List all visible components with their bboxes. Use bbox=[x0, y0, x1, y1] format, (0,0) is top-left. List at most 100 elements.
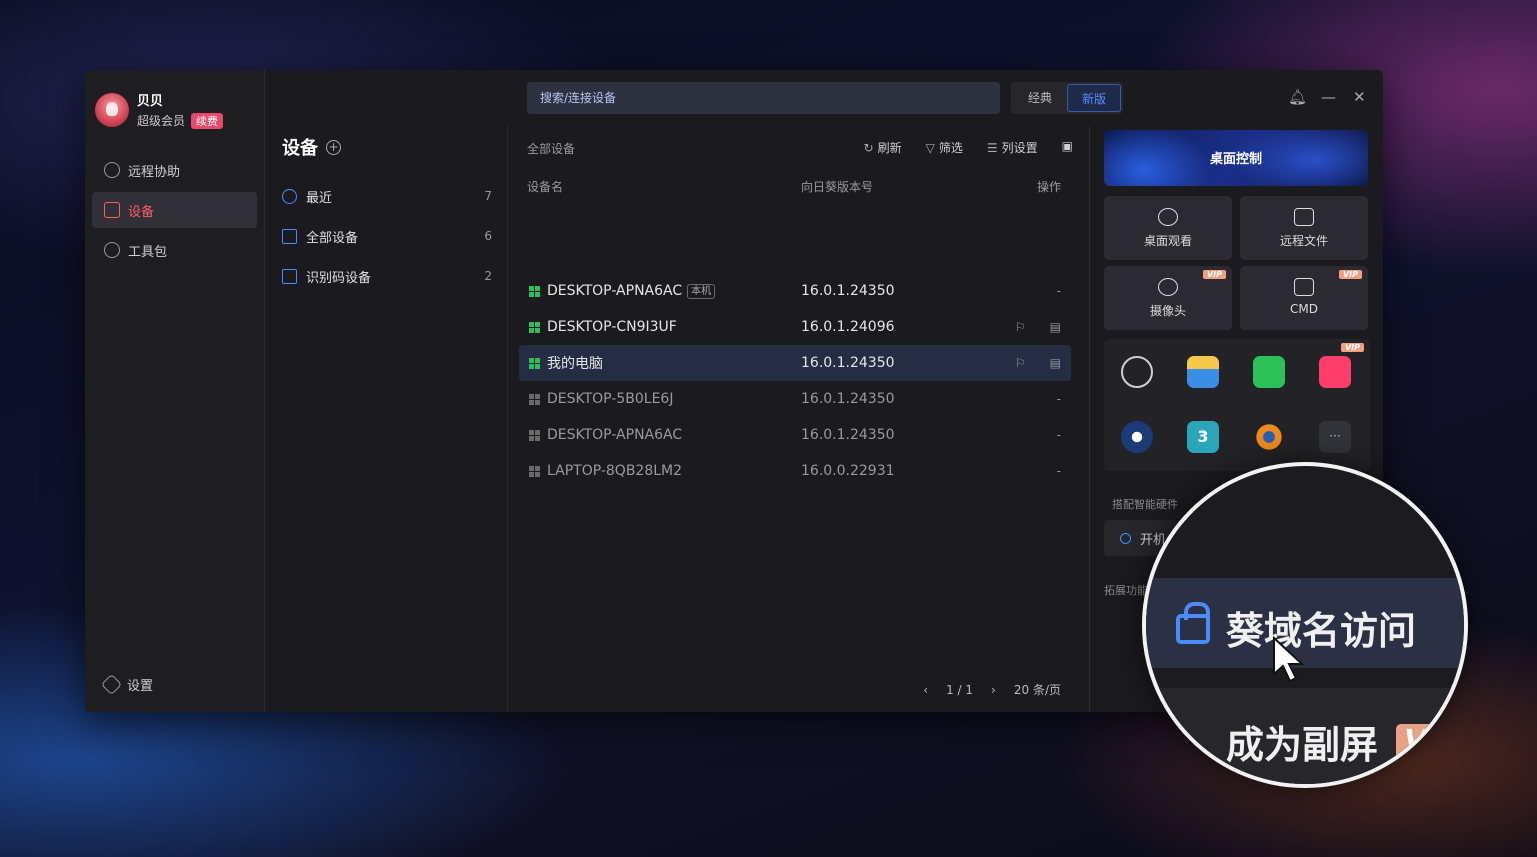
folder-transfer-icon bbox=[1294, 208, 1314, 226]
device-action: - bbox=[1056, 464, 1061, 478]
remote-file-icon[interactable]: ▤ bbox=[1050, 356, 1061, 370]
next-page-button[interactable]: › bbox=[991, 683, 996, 697]
remote-file-button[interactable]: 远程文件 bbox=[1240, 196, 1368, 260]
mode-new-button[interactable]: 新版 bbox=[1067, 84, 1121, 112]
column-header-version[interactable]: 向日葵版本号 bbox=[801, 178, 873, 195]
settings-button[interactable]: 设置 bbox=[100, 673, 153, 696]
3dsmax-icon[interactable]: 3 bbox=[1187, 421, 1219, 453]
remote-file-icon[interactable]: ▤ bbox=[1050, 320, 1061, 334]
renew-button[interactable]: 续费 bbox=[191, 112, 224, 129]
prev-page-button[interactable]: ‹ bbox=[923, 683, 928, 697]
list-toolbar: ↻ 刷新 ▽ 筛选 ☰ 列设置 ▣ bbox=[864, 139, 1073, 156]
group-count: 6 bbox=[484, 229, 492, 243]
camera-button[interactable]: VIP 摄像头 bbox=[1104, 266, 1232, 330]
tile-label: 摄像头 bbox=[1149, 304, 1186, 318]
bell-icon[interactable]: 🔔︎ bbox=[1288, 88, 1307, 106]
membership-label: 超级会员 bbox=[137, 114, 186, 128]
group-item-all-devices[interactable]: 全部设备 6 bbox=[282, 226, 492, 246]
blender-icon[interactable] bbox=[1253, 421, 1285, 453]
kuaishou-icon[interactable] bbox=[1319, 356, 1351, 388]
mode-toggle: 经典 新版 bbox=[1011, 82, 1123, 114]
device-name: DESKTOP-APNA6AC bbox=[547, 283, 683, 299]
desktop-view-button[interactable]: 桌面观看 bbox=[1104, 196, 1232, 260]
sidebar-item-label: 远程协助 bbox=[128, 164, 181, 180]
search-input[interactable] bbox=[540, 91, 1000, 105]
file-explorer-icon[interactable] bbox=[1187, 356, 1219, 388]
device-action: - bbox=[1056, 392, 1061, 406]
id-code-icon bbox=[282, 268, 297, 284]
group-count: 2 bbox=[484, 269, 492, 283]
filter-button[interactable]: ▽ 筛选 bbox=[926, 139, 963, 156]
domain-access-label: 葵域名访问 bbox=[1226, 609, 1417, 653]
device-version: 16.0.1.24096 bbox=[801, 319, 895, 335]
windows-icon bbox=[529, 286, 540, 297]
group-item-id-code[interactable]: 识别码设备 2 bbox=[282, 266, 492, 286]
layout-toggle-icon[interactable]: ▣ bbox=[1062, 139, 1073, 156]
close-icon[interactable]: ✕ bbox=[1353, 88, 1366, 106]
remote-assist-icon bbox=[104, 162, 120, 178]
pagination: ‹ 1 / 1 › 20 条/页 bbox=[923, 681, 1061, 698]
obs-icon[interactable] bbox=[1121, 356, 1153, 388]
refresh-icon: ↻ bbox=[863, 141, 874, 155]
group-item-recent[interactable]: 最近 7 bbox=[282, 186, 492, 206]
sidebar: 贝贝 超级会员 续费 远程协助 设备 工具包 设置 bbox=[85, 70, 265, 712]
vip-badge: VIP bbox=[1202, 270, 1226, 279]
device-name: 我的电脑 bbox=[547, 356, 603, 372]
desktop-control-button[interactable]: 桌面控制 bbox=[1104, 130, 1368, 186]
steam-icon[interactable] bbox=[1121, 421, 1153, 453]
domain-access-item[interactable]: 葵域名访问 bbox=[1146, 578, 1464, 668]
device-version: 16.0.1.24350 bbox=[801, 283, 895, 299]
wechat-icon[interactable] bbox=[1253, 356, 1285, 388]
group-label: 最近 bbox=[306, 190, 333, 206]
windows-icon bbox=[529, 358, 540, 369]
mode-classic-button[interactable]: 经典 bbox=[1013, 84, 1067, 112]
search-bar[interactable] bbox=[527, 82, 1000, 114]
cmd-icon bbox=[1294, 278, 1314, 296]
app-shortcuts: VIP 3 ··· bbox=[1104, 339, 1370, 471]
column-settings-button[interactable]: ☰ 列设置 bbox=[987, 139, 1038, 156]
minimize-icon[interactable]: — bbox=[1321, 88, 1336, 106]
vip-badge: VIP bbox=[1338, 270, 1362, 279]
zoom-magnifier: 葵域名访问 成为副屏 V bbox=[1142, 462, 1468, 788]
avatar[interactable] bbox=[95, 92, 129, 127]
sidebar-item-devices[interactable]: 设备 bbox=[92, 192, 257, 228]
total-pages: 1 bbox=[965, 682, 974, 697]
remote-control-icon[interactable]: ⚐ bbox=[1015, 356, 1026, 370]
user-profile[interactable]: 贝贝 超级会员 续费 bbox=[95, 90, 224, 129]
add-group-icon[interactable]: + bbox=[326, 139, 341, 155]
cmd-button[interactable]: VIP CMD bbox=[1240, 266, 1368, 330]
table-row[interactable]: DESKTOP-CN9I3UF 16.0.1.24096 ⚐ ▤ bbox=[519, 309, 1071, 345]
sidebar-item-label: 工具包 bbox=[128, 244, 168, 260]
windows-icon bbox=[529, 466, 540, 477]
vip-badge: VIP bbox=[1340, 343, 1364, 352]
table-row-selected[interactable]: 我的电脑 16.0.1.24350 ⚐ ▤ bbox=[519, 345, 1071, 381]
device-name: DESKTOP-APNA6AC bbox=[547, 427, 683, 443]
tile-label: 桌面观看 bbox=[1143, 234, 1192, 248]
device-groups-panel: 设备 + 最近 7 全部设备 6 识别码设备 2 bbox=[266, 126, 508, 712]
compass-icon bbox=[104, 242, 120, 258]
more-icon[interactable]: ··· bbox=[1319, 421, 1351, 453]
device-version: 16.0.1.24350 bbox=[801, 391, 895, 407]
table-row[interactable]: LAPTOP-8QB28LM2 16.0.0.22931 - bbox=[519, 453, 1071, 489]
device-action: - bbox=[1056, 284, 1061, 298]
sidebar-item-remote-assist[interactable]: 远程协助 bbox=[92, 152, 257, 188]
windows-icon bbox=[529, 322, 540, 333]
column-header-name[interactable]: 设备名 bbox=[527, 178, 563, 195]
vip-badge: V bbox=[1396, 724, 1456, 764]
list-settings-icon: ☰ bbox=[986, 141, 998, 155]
table-row[interactable]: DESKTOP-5B0LE6J 16.0.1.24350 - bbox=[519, 381, 1071, 417]
sidebar-item-toolkit[interactable]: 工具包 bbox=[92, 232, 257, 268]
group-label: 全部设备 bbox=[306, 230, 359, 246]
refresh-button[interactable]: ↻ 刷新 bbox=[864, 139, 902, 156]
camera-icon bbox=[1158, 278, 1178, 296]
device-name: DESKTOP-CN9I3UF bbox=[547, 319, 677, 335]
windows-icon bbox=[529, 430, 540, 441]
table-row[interactable]: DESKTOP-APNA6AC 16.0.1.24350 - bbox=[519, 417, 1071, 453]
section-hardware: 搭配智能硬件 bbox=[1112, 498, 1178, 511]
cursor-icon bbox=[1273, 636, 1305, 683]
table-row[interactable]: DESKTOP-APNA6AC 本机 16.0.1.24350 - bbox=[519, 273, 1071, 309]
page-size-select[interactable]: 20 条/页 bbox=[1014, 681, 1061, 698]
column-header-action: 操作 bbox=[1036, 180, 1061, 194]
section-extensions: 拓展功能 bbox=[1104, 584, 1148, 597]
remote-control-icon[interactable]: ⚐ bbox=[1015, 320, 1026, 334]
